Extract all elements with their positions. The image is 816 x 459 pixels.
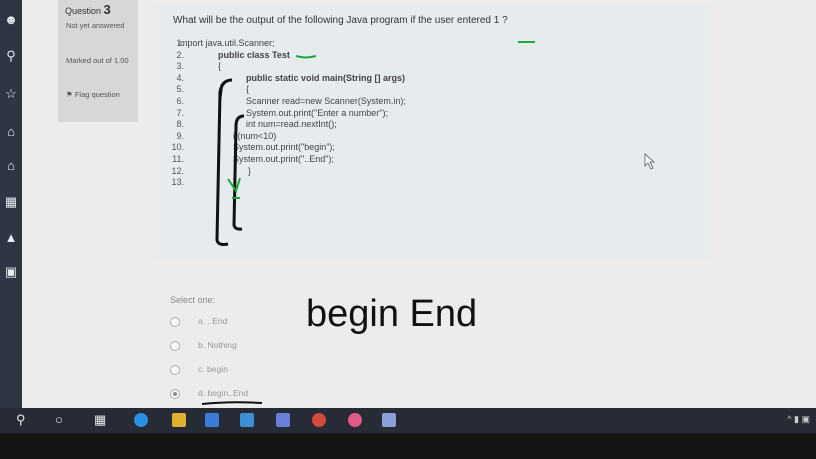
- handwritten-answer: begin End: [306, 293, 478, 335]
- option-label: d. begin..End: [198, 388, 248, 398]
- monitor-bezel: [0, 433, 816, 459]
- radio-button[interactable]: [170, 365, 180, 375]
- cortana-icon[interactable]: ○: [55, 412, 63, 427]
- dashboard-icon[interactable]: ⌂: [3, 158, 19, 174]
- line-number: 8.: [176, 119, 184, 130]
- taskbar: ⚲ ○ ▦ ^ ▮ ▣: [0, 408, 816, 433]
- app-icon-2[interactable]: [382, 413, 396, 427]
- question-label: Question 3: [65, 2, 111, 17]
- code-text: System.out.print("begin");: [233, 142, 335, 153]
- home-icon[interactable]: ⌂: [3, 124, 19, 140]
- line-number: 2.: [176, 49, 184, 60]
- flag-icon: ⚑: [66, 90, 73, 99]
- code-text: {: [218, 61, 222, 72]
- edge-icon[interactable]: [134, 413, 148, 427]
- option-label: a. ..End: [198, 316, 227, 326]
- question-text: What will be the output of the following…: [173, 15, 508, 26]
- user-icon[interactable]: ☻: [3, 12, 19, 28]
- task-view-icon[interactable]: ▦: [94, 412, 106, 427]
- line-number: 9.: [176, 130, 184, 141]
- search-icon[interactable]: ⚲: [16, 412, 26, 427]
- line-number: 7.: [176, 107, 184, 118]
- app-icon[interactable]: [276, 413, 290, 427]
- option-text: Nothing: [207, 340, 237, 350]
- firefox-icon[interactable]: [348, 413, 362, 427]
- line-number: 10.: [171, 142, 184, 153]
- line-number: 13.: [171, 177, 184, 188]
- file-explorer-icon[interactable]: [172, 413, 186, 427]
- code-text: if(num<10): [233, 130, 277, 141]
- radio-button[interactable]: [170, 317, 180, 327]
- radio-button[interactable]: [170, 341, 180, 351]
- cube-icon[interactable]: ▣: [3, 264, 19, 280]
- option-letter: c.: [198, 364, 205, 374]
- star-icon[interactable]: ☆: [3, 86, 19, 102]
- option-letter: a.: [198, 316, 206, 326]
- option-label: c. begin: [198, 364, 228, 374]
- line-number: 3.: [176, 61, 184, 72]
- question-info-block: Question 3 Not yet answered Marked out o…: [58, 0, 138, 122]
- line-number: 5.: [176, 84, 184, 95]
- search-icon[interactable]: ⚲: [3, 48, 19, 64]
- store-icon[interactable]: [205, 413, 219, 427]
- option-text: begin: [207, 364, 228, 374]
- code-text: int num=read.nextInt();: [246, 119, 337, 130]
- option-label: b. Nothing: [198, 340, 237, 350]
- code-text: public static void main(String [] args): [246, 72, 406, 83]
- code-text: System.out.print("Enter a number");: [246, 107, 388, 118]
- flag-question-link[interactable]: ⚑ Flag question: [66, 89, 136, 100]
- graduation-cap-icon[interactable]: ▲: [3, 230, 19, 246]
- code-text: Scanner read=new Scanner(System.in);: [246, 96, 406, 106]
- question-number: 3: [103, 2, 111, 17]
- code-text: }: [233, 177, 237, 188]
- question-panel: What will be the output of the following…: [156, 5, 708, 259]
- line-number: 12.: [171, 165, 184, 176]
- option-letter: d.: [198, 388, 206, 398]
- mail-icon[interactable]: [240, 413, 254, 427]
- question-status: Not yet answered: [66, 21, 125, 30]
- question-marks: Marked out of 1.00: [66, 56, 129, 65]
- select-one-prompt: Select one:: [170, 295, 216, 305]
- code-text: {: [246, 84, 250, 95]
- calendar-icon[interactable]: ▦: [3, 194, 19, 210]
- code-text: System.out.print("..End");: [233, 154, 334, 164]
- radio-button[interactable]: [170, 389, 180, 399]
- option-letter: b.: [198, 340, 206, 350]
- chrome-icon[interactable]: [312, 413, 326, 427]
- system-tray[interactable]: ^ ▮ ▣: [787, 414, 810, 425]
- code-text: import java.util.Scanner;: [178, 38, 275, 48]
- left-sidebar-rail: ☻ ⚲ ☆ ⌂ ⌂ ▦ ▲ ▣: [0, 0, 22, 408]
- option-text: begin..End: [207, 388, 249, 398]
- code-text: }: [248, 165, 252, 176]
- line-number: 11.: [172, 154, 184, 164]
- option-text: ..End: [207, 316, 228, 326]
- line-number: 6.: [176, 96, 184, 106]
- code-text: public class Test: [218, 49, 290, 60]
- line-number: 4.: [176, 72, 184, 83]
